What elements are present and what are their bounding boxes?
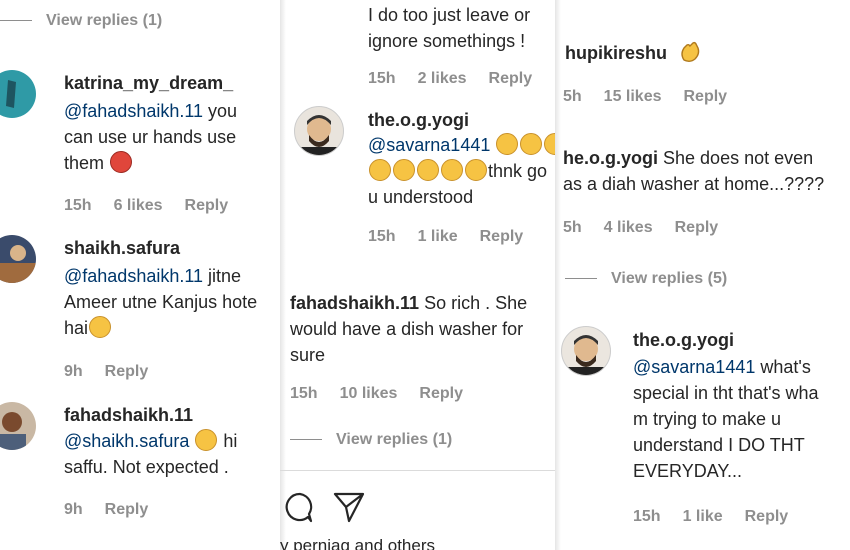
comment-panel-left: View replies (1) katrina_my_dream_ @faha…: [0, 0, 285, 550]
mention-link[interactable]: @fahadshaikh.11: [64, 266, 203, 286]
comment-time: 5h: [563, 88, 582, 105]
avatar[interactable]: [0, 402, 36, 450]
comment-time: 15h: [368, 70, 396, 87]
laughing-emoji-icon: [89, 316, 112, 338]
avatar[interactable]: [561, 326, 611, 376]
comment-username[interactable]: fahadshaikh.11: [290, 293, 419, 313]
mention-link[interactable]: @fahadshaikh.11: [64, 101, 203, 121]
avatar[interactable]: [0, 70, 36, 118]
laughing-emoji-icon: [195, 429, 218, 451]
rofl-emoji-icon: [393, 159, 415, 181]
comment-text: he.o.g.yogi She does not even as a diah …: [563, 148, 825, 194]
liked-by-text[interactable]: y perniag and others: [280, 536, 435, 550]
comment-text: @savarna1441 what's special in tht that'…: [633, 357, 819, 481]
comment-username[interactable]: he.o.g.yogi: [563, 148, 658, 168]
comment-text: @shaikh.safura hi saffu. Not expected .: [64, 429, 238, 477]
comment-text: @fahadshaikh.11 jitne Ameer utne Kanjus …: [64, 266, 258, 338]
comment-time: 5h: [563, 219, 582, 236]
rofl-emoji-icon: [465, 159, 487, 181]
reply-button[interactable]: Reply: [480, 228, 524, 245]
divider: [280, 470, 570, 471]
rofl-emoji-icon: [369, 159, 391, 181]
comment-meta: 9h Reply: [64, 501, 170, 519]
rofl-emoji-icon: [441, 159, 463, 181]
likes-count[interactable]: 10 likes: [340, 385, 398, 402]
comment-username[interactable]: hupikireshu: [565, 40, 702, 64]
likes-count[interactable]: 15 likes: [604, 88, 662, 105]
comment-time: 15h: [64, 197, 92, 214]
comment-time: 9h: [64, 501, 83, 518]
mention-link[interactable]: @savarna1441: [633, 357, 755, 377]
comment-time: 15h: [368, 228, 396, 245]
comment-time: 15h: [290, 385, 318, 402]
comment-username[interactable]: the.o.g.yogi: [633, 330, 734, 351]
comment-text: @fahadshaikh.11 you can use ur hands use…: [64, 101, 238, 173]
likes-count[interactable]: 1 like: [683, 508, 723, 525]
comment-username[interactable]: the.o.g.yogi: [368, 110, 469, 131]
view-replies-link[interactable]: View replies (1): [0, 12, 162, 30]
reply-button[interactable]: Reply: [419, 385, 463, 402]
reply-button[interactable]: Reply: [105, 363, 149, 380]
comment-panel-right: hupikireshu 5h 15 likes Reply he.o.g.yogi …: [555, 0, 850, 550]
reply-button[interactable]: Reply: [105, 501, 149, 518]
comment-meta: 15h 1 like Reply: [633, 508, 810, 526]
comment-username[interactable]: shaikh.safura: [64, 238, 180, 259]
reply-button[interactable]: Reply: [684, 88, 728, 105]
likes-count[interactable]: 2 likes: [418, 70, 467, 87]
comment-username[interactable]: fahadshaikh.11: [64, 405, 193, 426]
likes-count[interactable]: 4 likes: [604, 219, 653, 236]
panel-edge-shadow: [555, 0, 561, 550]
comment-text: I do too just leave or ignore somethings…: [368, 5, 531, 51]
laughing-emoji-icon: [520, 133, 543, 155]
rofl-emoji-icon: [417, 159, 439, 181]
comment-meta: 5h 4 likes Reply: [563, 219, 740, 237]
reply-button[interactable]: Reply: [675, 219, 719, 236]
comment-meta: 15h 2 likes Reply: [368, 70, 554, 88]
view-replies-link[interactable]: View replies (1): [290, 431, 452, 449]
comment-panel-middle: I do too just leave or ignore somethings…: [280, 0, 570, 550]
comment-text: @savarna1441 thnk go u understood: [368, 132, 567, 210]
comment-meta: 15h 1 like Reply: [368, 228, 545, 246]
likes-count[interactable]: 6 likes: [114, 197, 163, 214]
likes-count[interactable]: 1 like: [418, 228, 458, 245]
avatar[interactable]: [294, 106, 344, 156]
angry-face-emoji-icon: [110, 151, 133, 173]
comment-icon[interactable]: [280, 490, 314, 529]
comment-time: 15h: [633, 508, 661, 525]
comment-text: fahadshaikh.11 So rich . She would have …: [290, 293, 528, 365]
mention-link[interactable]: @savarna1441: [368, 135, 490, 155]
view-replies-link[interactable]: View replies (5): [565, 270, 727, 288]
comment-meta: 5h 15 likes Reply: [563, 88, 749, 106]
comment-meta: 9h Reply: [64, 363, 170, 381]
reply-button[interactable]: Reply: [185, 197, 229, 214]
mention-link[interactable]: @shaikh.safura: [64, 431, 189, 451]
share-icon[interactable]: [332, 490, 366, 529]
comment-meta: 15h 6 likes Reply: [64, 197, 250, 215]
avatar[interactable]: [0, 235, 36, 283]
clapping-hands-emoji-icon: [678, 40, 702, 64]
comment-username[interactable]: katrina_my_dream_: [64, 73, 233, 94]
laughing-emoji-icon: [496, 133, 519, 155]
reply-button[interactable]: Reply: [745, 508, 789, 525]
comment-time: 9h: [64, 363, 83, 380]
reply-button[interactable]: Reply: [489, 70, 533, 87]
comment-meta: 15h 10 likes Reply: [290, 385, 485, 403]
panel-edge-shadow: [280, 0, 286, 550]
